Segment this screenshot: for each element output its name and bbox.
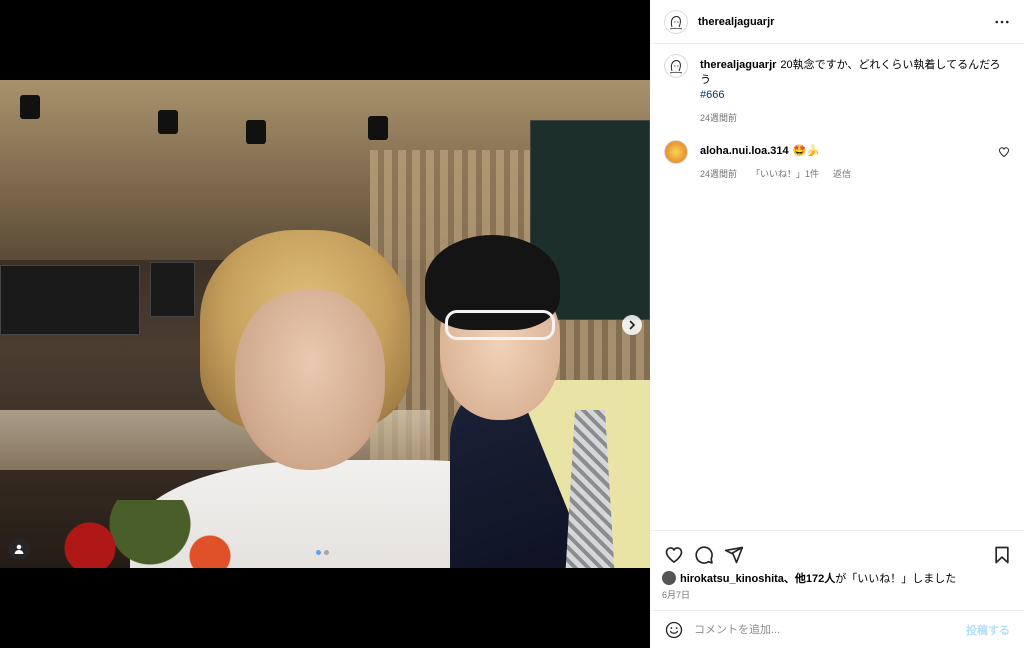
comment-meta: 24週間前 「いいね！」1件 返信: [700, 167, 1010, 180]
share-icon: [724, 546, 744, 563]
author-username[interactable]: therealjaguarjr: [698, 16, 774, 28]
comment-input[interactable]: [694, 623, 966, 636]
bookmark-icon: [995, 546, 1009, 563]
likes-suffix: が「いいね！」しました: [835, 573, 957, 585]
commenter-avatar[interactable]: [664, 140, 688, 164]
photo-banner: [150, 262, 195, 317]
comment-item: aloha.nui.loa.314 🤩🍌 24週間前 「いいね！」1件 返信: [664, 140, 1010, 180]
media-area: [0, 0, 650, 648]
more-horizontal-icon: [995, 20, 1009, 24]
liker-username[interactable]: hirokatsu_kinoshita: [680, 573, 784, 585]
post-side-panel: therealjaguarjr therealjaguarjr 20執念ですか、ど…: [650, 0, 1024, 648]
comment-button[interactable]: [692, 543, 716, 567]
likes-text: hirokatsu_kinoshita、他172人が「いいね！」しました: [680, 570, 956, 586]
comment-icon: [695, 545, 713, 564]
comment-reply-button[interactable]: 返信: [833, 167, 851, 180]
heart-icon: [665, 546, 683, 563]
author-avatar[interactable]: [664, 9, 688, 34]
liker-avatar: [662, 571, 676, 585]
like-button[interactable]: [662, 543, 686, 567]
comment-time: 24週間前: [700, 169, 738, 179]
more-options-button[interactable]: [994, 14, 1010, 30]
caption-text-block: therealjaguarjr 20執念ですか、どれくらい執着してるんだろう #6…: [700, 54, 1010, 103]
carousel-dot: [324, 550, 329, 555]
caption-time: 24週間前: [700, 113, 738, 123]
caption-username[interactable]: therealjaguarjr: [700, 59, 776, 71]
tagged-users-button[interactable]: [8, 538, 30, 560]
caption-meta: 24週間前: [700, 111, 1010, 124]
caption-body: therealjaguarjr 20執念ですか、どれくらい執着してるんだろう #6…: [700, 54, 1010, 124]
person-right-glasses: [445, 310, 555, 340]
stage-light: [20, 95, 40, 119]
carousel-next-button[interactable]: [622, 315, 642, 335]
caption: therealjaguarjr 20執念ですか、どれくらい執着してるんだろう #6…: [664, 54, 1010, 124]
emoji-icon: [665, 621, 683, 638]
post-comment-button[interactable]: 投稿する: [966, 622, 1010, 638]
comment-like-heart-icon[interactable]: [998, 146, 1010, 158]
caption-author-avatar[interactable]: [664, 54, 688, 78]
post-actions: [650, 530, 1024, 570]
save-button[interactable]: [990, 543, 1014, 567]
comment-likes-count[interactable]: 「いいね！」1件: [751, 167, 819, 180]
post-header: therealjaguarjr: [650, 0, 1024, 44]
photo-banner: [0, 265, 140, 335]
comment-text: 🤩🍌: [792, 145, 821, 157]
carousel-dot-active: [316, 550, 321, 555]
comment-body: aloha.nui.loa.314 🤩🍌 24週間前 「いいね！」1件 返信: [700, 140, 1010, 180]
emoji-button[interactable]: [664, 620, 684, 640]
photo-flowers: [0, 500, 300, 568]
carousel-dots: [316, 550, 329, 555]
share-button[interactable]: [722, 543, 746, 567]
author-avatar-image: [669, 15, 683, 29]
comment-text-block: aloha.nui.loa.314 🤩🍌: [700, 140, 1010, 159]
likes-others[interactable]: 、他172人: [784, 573, 835, 585]
comment-username[interactable]: aloha.nui.loa.314: [700, 145, 789, 157]
comments-list: therealjaguarjr 20執念ですか、どれくらい執着してるんだろう #6…: [650, 54, 1024, 196]
add-comment-bar: 投稿する: [650, 610, 1024, 648]
likes-summary[interactable]: hirokatsu_kinoshita、他172人が「いいね！」しました: [662, 570, 956, 586]
post-date: 6月7日: [662, 590, 691, 600]
chevron-right-icon: [629, 320, 635, 330]
person-left-face: [235, 290, 385, 470]
user-tag-icon: [14, 544, 24, 554]
stage-light: [158, 110, 178, 134]
caption-hashtag[interactable]: #666: [700, 88, 1010, 103]
stage-light: [246, 120, 266, 144]
stage-light: [368, 116, 388, 140]
post-photo[interactable]: [0, 80, 650, 568]
author-avatar-image: [669, 60, 683, 74]
